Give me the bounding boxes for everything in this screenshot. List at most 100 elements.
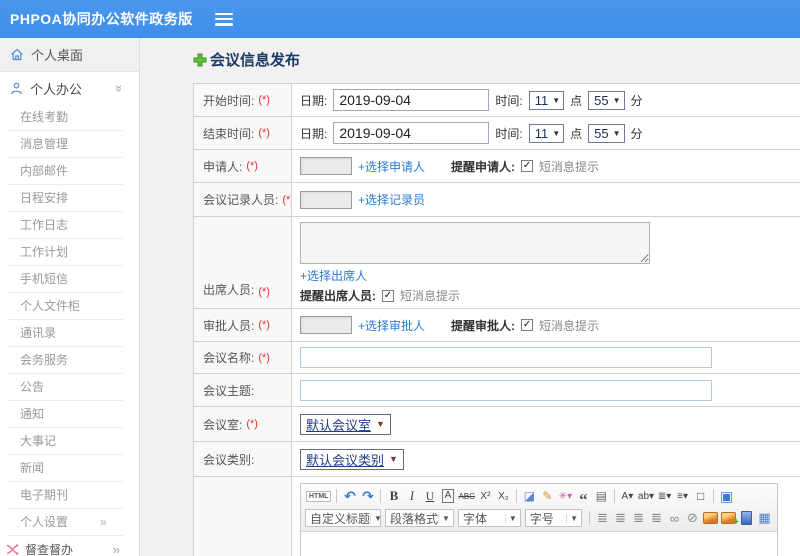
sidebar-item-attendance[interactable]: 在线考勤 (0, 104, 139, 131)
attendees-sms-checkbox[interactable]: ✓ (382, 289, 394, 302)
sidebar-item-file-cabinet[interactable]: 个人文件柜 (0, 293, 139, 320)
sidebar-item-desktop[interactable]: 个人桌面 (0, 38, 139, 72)
sidebar-item-messages[interactable]: 消息管理 (0, 131, 139, 158)
custom-title-select[interactable]: 自定义标题 ▼ (305, 509, 382, 527)
sidebar-item-work-log[interactable]: 工作日志 (0, 212, 139, 239)
eraser-icon[interactable]: ◪ (521, 487, 538, 505)
format-brush-icon[interactable]: ✎ (539, 487, 556, 505)
undo-icon[interactable]: ↶ (341, 487, 358, 505)
hour-unit: 点 (570, 126, 583, 141)
sidebar-item-sms[interactable]: 手机短信 (0, 266, 139, 293)
required-mark: (*) (258, 94, 270, 106)
sidebar-item-meeting-service[interactable]: 会务服务 (0, 347, 139, 374)
sidebar-item-personal-office[interactable]: 个人办公 » (0, 72, 139, 104)
end-hour-select[interactable]: 11 ▼ (528, 123, 565, 143)
choose-applicant-link[interactable]: +选择申请人 (358, 158, 425, 175)
font-size-select[interactable]: 字号 ▼ (524, 509, 582, 527)
italic-icon[interactable]: I (403, 487, 420, 505)
highlight-icon[interactable]: ab▾ (637, 487, 655, 505)
align-left-icon[interactable]: ≣ (594, 509, 611, 527)
choose-attendee-link[interactable]: +选择出席人 (300, 267, 367, 284)
choose-recorder-link[interactable]: +选择记录员 (358, 191, 425, 208)
home-icon (11, 48, 23, 61)
menu-icon[interactable] (214, 12, 233, 26)
sidebar: 个人桌面 个人办公 » 在线考勤 消息管理 内部邮件 日程安排 工作日志 工作计… (0, 38, 140, 556)
blockquote-icon[interactable]: “ (575, 487, 592, 508)
media-icon[interactable] (738, 509, 755, 527)
start-hour-select[interactable]: 11 ▼ (528, 90, 565, 110)
minute-unit: 分 (630, 126, 643, 141)
sidebar-item-label: 个人桌面 (31, 48, 84, 63)
editor-content-area[interactable] (301, 532, 777, 556)
editor-toolbar: HTML ↶ ↷ B I U A ABC X² X₂ ◪ ✎ ✳▾ “ ▤ A▾… (301, 484, 777, 532)
image-icon[interactable] (702, 509, 719, 527)
end-date-input[interactable] (333, 122, 490, 144)
new-page-icon[interactable]: □ (692, 487, 709, 505)
superscript-icon[interactable]: X² (477, 487, 494, 505)
font-color-icon[interactable]: A▾ (619, 487, 636, 505)
form-row-attendees: 出席人员: (*) +选择出席人 提醒出席人员: ✓ 短消息提示 (194, 217, 800, 309)
paragraph-format-select[interactable]: 段落格式 ▼ (385, 509, 454, 527)
start-date-input[interactable] (333, 89, 490, 111)
sidebar-item-schedule[interactable]: 日程安排 (0, 185, 139, 212)
auto-format-icon[interactable]: ✳▾ (557, 487, 574, 505)
start-minute-select[interactable]: 55 ▼ (588, 90, 625, 110)
unlink-icon[interactable]: ⊘ (684, 509, 701, 527)
paste-text-icon[interactable]: ▤ (593, 487, 610, 505)
ordered-list-icon[interactable]: ≣▾ (656, 487, 673, 505)
required-mark: (*) (258, 319, 270, 331)
sidebar-item-internal-mail[interactable]: 内部邮件 (0, 158, 139, 185)
subscript-icon[interactable]: X₂ (495, 487, 512, 505)
sms-hint-label: 短消息提示 (539, 159, 600, 174)
bold-icon[interactable]: B (385, 487, 402, 505)
link-icon[interactable]: ∞ (666, 509, 683, 527)
meeting-topic-input[interactable] (300, 379, 712, 401)
form-row-start-time: 开始时间:(*) 日期: 时间: 11▼ 点 55▼ 分 (194, 84, 800, 117)
approver-input[interactable] (300, 316, 352, 334)
form-row-end-time: 结束时间:(*) 日期: 时间: 11▼ 点 55▼ 分 (194, 117, 800, 150)
page-title-text: 会议信息发布 (210, 52, 301, 69)
attendees-textarea[interactable] (300, 222, 650, 264)
meeting-category-select[interactable]: 默认会议类别 ▼ (300, 448, 404, 470)
font-box-icon[interactable]: A (439, 487, 456, 505)
font-family-select[interactable]: 字体 ▼ (457, 509, 521, 527)
sidebar-item-work-plan[interactable]: 工作计划 (0, 239, 139, 266)
image-add-icon[interactable] (720, 509, 739, 528)
align-justify-icon[interactable]: ≣ (648, 509, 665, 527)
meeting-name-input[interactable] (300, 347, 712, 368)
fullscreen-icon[interactable]: ▣ (718, 487, 735, 505)
sidebar-item-e-journal[interactable]: 电子期刊 (0, 482, 139, 509)
caret-down-icon: ▼ (370, 513, 382, 523)
page-title: 会议信息发布 (193, 49, 300, 70)
app-window: PHPOA协同办公软件政务版 个人桌面 个人办公 » 在线考勤 消息管理 内部邮… (0, 0, 800, 556)
table-icon[interactable]: ▦ (756, 509, 773, 527)
date-label: 日期: (300, 126, 328, 141)
sidebar-item-contacts[interactable]: 通讯录 (0, 320, 139, 347)
field-label: 会议类别: (194, 442, 292, 476)
applicant-sms-checkbox[interactable]: ✓ (521, 160, 534, 172)
sidebar-item-events[interactable]: 大事记 (0, 428, 139, 455)
choose-approver-link[interactable]: +选择审批人 (358, 317, 425, 334)
strikethrough-icon[interactable]: ABC (457, 487, 475, 505)
meeting-room-select[interactable]: 默认会议室 ▼ (300, 413, 391, 435)
approver-sms-checkbox[interactable]: ✓ (521, 319, 534, 331)
sidebar-item-supervise[interactable]: 督查督办 » (0, 536, 139, 556)
align-right-icon[interactable]: ≣ (630, 509, 647, 527)
html-source-button[interactable]: HTML (305, 487, 332, 505)
sidebar-item-personal-settings[interactable]: 个人设置» (0, 509, 139, 536)
minute-unit: 分 (630, 93, 643, 108)
unordered-list-icon[interactable]: ≡▾ (674, 487, 691, 505)
sidebar-item-notice[interactable]: 通知 (0, 401, 139, 428)
recorder-input[interactable] (300, 190, 352, 209)
underline-icon[interactable]: U (421, 487, 438, 505)
redo-icon[interactable]: ↷ (359, 487, 376, 505)
applicant-input[interactable] (300, 157, 352, 175)
sidebar-item-news[interactable]: 新闻 (0, 455, 139, 482)
align-center-icon[interactable]: ≣ (612, 509, 629, 527)
field-label: 会议主题: (194, 374, 292, 406)
field-label: 会议室: (*) (194, 407, 292, 441)
sidebar-item-label: 个人办公 (30, 81, 83, 97)
sidebar-item-announcement[interactable]: 公告 (0, 374, 139, 401)
field-label: 出席人员: (*) (194, 217, 292, 308)
end-minute-select[interactable]: 55 ▼ (588, 123, 625, 143)
